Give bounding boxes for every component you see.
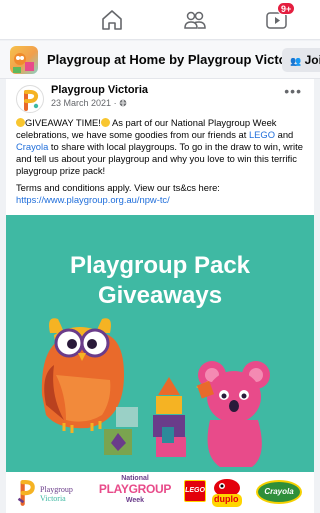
playgroup-victoria-logo: Playgroup Victoria	[16, 476, 88, 510]
star-emoji-icon	[16, 118, 25, 127]
join-icon: 👥	[290, 56, 302, 66]
duplo-logo: duplo	[209, 478, 245, 508]
group-thumbnail[interactable]	[10, 46, 38, 74]
join-group-button[interactable]: 👥 Joi	[282, 48, 320, 72]
promo-illustration	[41, 318, 270, 467]
crayola-logo: Crayola	[256, 480, 302, 504]
post-date[interactable]: 23 March 2021	[51, 98, 111, 108]
giveaway-heading: GIVEAWAY TIME!	[25, 117, 101, 128]
logo-text: Week	[125, 497, 145, 504]
crayola-link[interactable]: Crayola	[16, 141, 48, 152]
star-emoji-icon	[100, 118, 110, 127]
post-body: GIVEAWAY TIME! As part of our National P…	[16, 117, 308, 206]
post-meta: 23 March 2021 ·	[51, 98, 127, 108]
notification-badge: 9+	[277, 2, 296, 15]
logo-text: PLAYGROUP	[98, 482, 172, 496]
top-navigation-bar: 9+	[0, 0, 320, 40]
logo-text: Playgroup	[40, 485, 73, 494]
owl-illustration	[41, 318, 124, 433]
terms-text: Terms and conditions apply. View our ts&…	[16, 182, 220, 193]
logo-text: duplo	[214, 494, 239, 504]
terms-link[interactable]: https://www.playgroup.org.au/npw-tc/	[16, 194, 170, 205]
post-card: Playgroup Victoria 23 March 2021 · ••• G…	[6, 79, 314, 513]
post-author[interactable]: Playgroup Victoria	[51, 84, 148, 96]
groups-icon[interactable]	[182, 8, 208, 32]
sponsor-logos: Playgroup Victoria National PLAYGROUP We…	[6, 472, 314, 513]
globe-icon	[119, 98, 127, 108]
join-label: Joi	[304, 53, 320, 67]
group-title[interactable]: Playgroup at Home by Playgroup Victoria	[47, 52, 303, 67]
author-avatar[interactable]	[16, 85, 44, 113]
post-text: to share with local playgroups. To go in…	[16, 141, 303, 176]
logo-text: Victoria	[40, 494, 66, 503]
post-text: and	[275, 129, 294, 140]
promo-image[interactable]: Playgroup Pack Giveaways	[6, 215, 314, 472]
home-icon[interactable]	[99, 8, 125, 32]
group-header[interactable]: Playgroup at Home by Playgroup Victoria …	[0, 41, 320, 79]
logo-text: Crayola	[264, 487, 294, 496]
watch-icon[interactable]: 9+	[264, 2, 296, 32]
lego-link[interactable]: LEGO	[249, 129, 275, 140]
post-paragraph-1: GIVEAWAY TIME! As part of our National P…	[16, 117, 308, 177]
national-playgroup-week-logo: National PLAYGROUP Week	[92, 474, 178, 512]
koala-illustration	[196, 361, 270, 467]
more-options-icon[interactable]: •••	[284, 83, 302, 99]
lego-logo: LEGO	[184, 480, 206, 502]
post-paragraph-2: Terms and conditions apply. View our ts&…	[16, 182, 308, 206]
